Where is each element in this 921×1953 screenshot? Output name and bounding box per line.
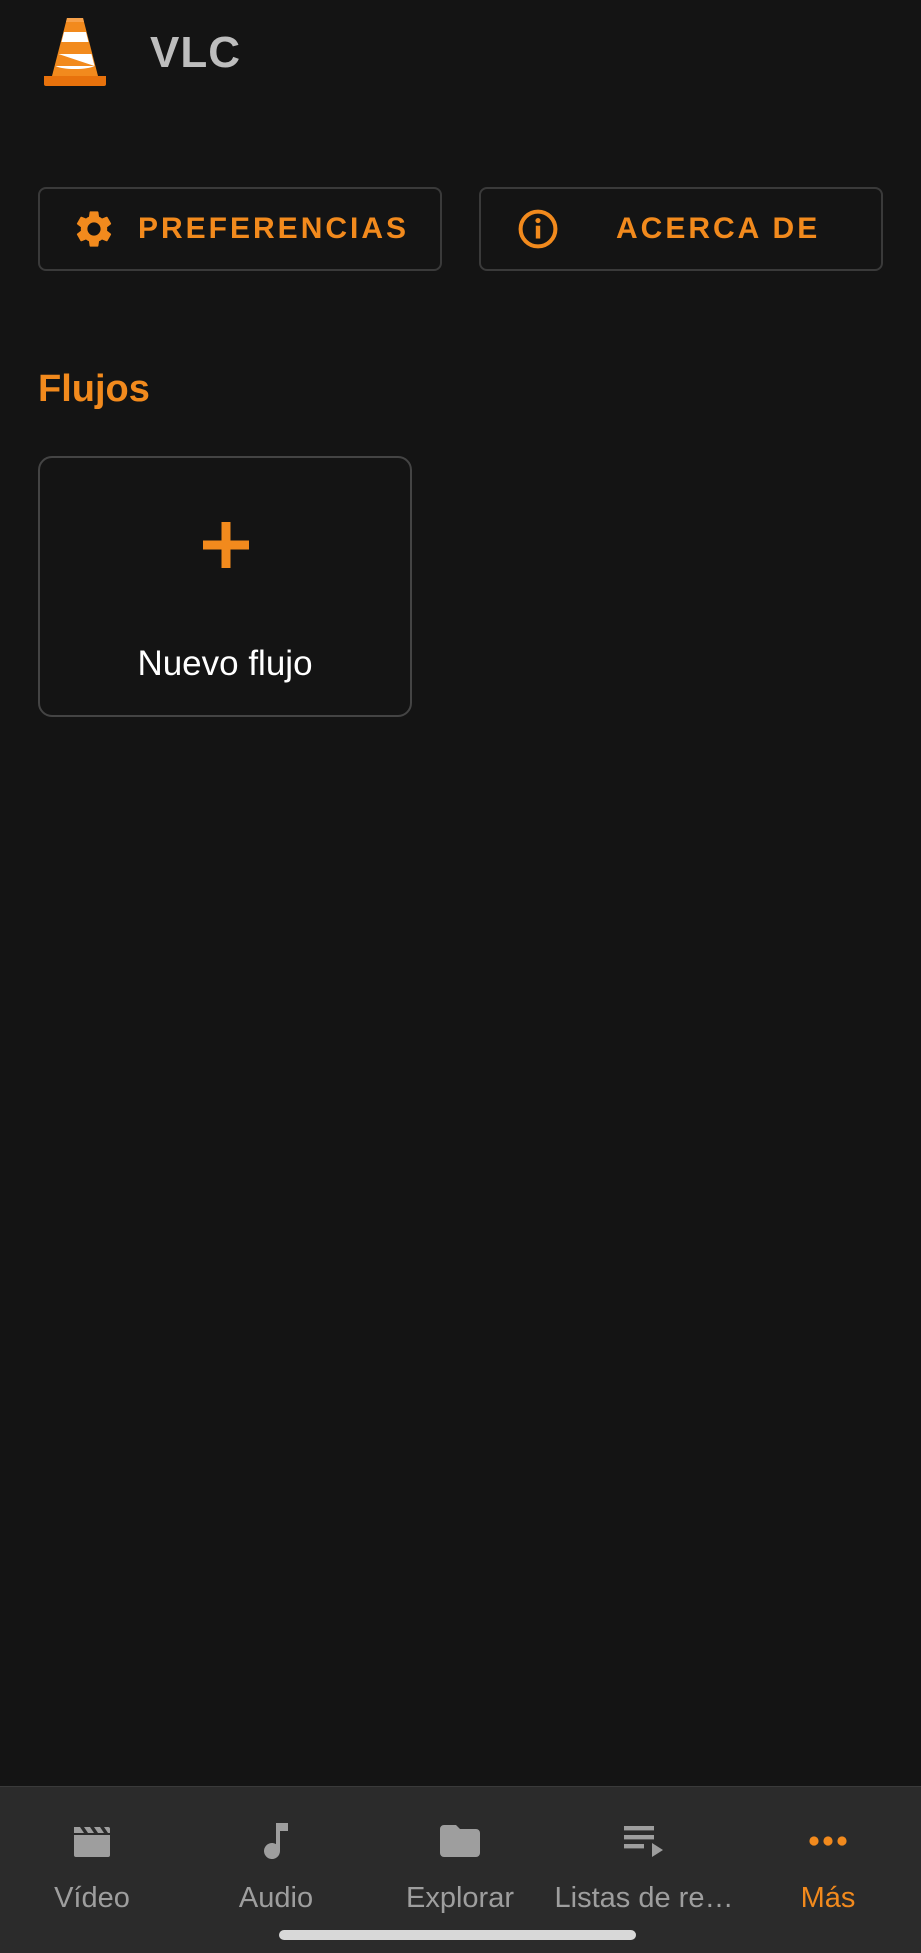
nav-label-playlists: Listas de re… xyxy=(554,1882,734,1914)
preferences-button[interactable]: PREFERENCIAS xyxy=(38,187,442,271)
nav-label-audio: Audio xyxy=(238,1882,314,1914)
nav-label-video: Vídeo xyxy=(54,1882,130,1914)
nav-item-more[interactable]: Más xyxy=(736,1787,920,1927)
folder-icon xyxy=(440,1825,480,1857)
about-button[interactable]: ACERCA DE xyxy=(479,187,883,271)
streams-section-title: Flujos xyxy=(38,368,150,410)
video-icon xyxy=(74,1827,110,1857)
info-icon xyxy=(518,209,558,249)
nav-label-explore: Explorar xyxy=(406,1882,514,1914)
music-note-icon xyxy=(264,1823,288,1860)
app-header: VLC xyxy=(0,0,921,110)
nav-item-playlists[interactable]: Listas de re… xyxy=(552,1787,736,1927)
preferences-label: PREFERENCIAS xyxy=(138,212,410,245)
about-label: ACERCA DE xyxy=(616,212,821,245)
more-icon xyxy=(809,1836,847,1846)
new-stream-label: Nuevo flujo xyxy=(137,644,313,683)
plus-icon xyxy=(203,522,249,568)
vlc-cone-logo xyxy=(44,18,106,86)
nav-item-audio[interactable]: Audio xyxy=(184,1787,368,1927)
playlist-icon xyxy=(624,1826,663,1857)
nav-label-more: Más xyxy=(800,1882,856,1914)
nav-item-video[interactable]: Vídeo xyxy=(0,1787,184,1927)
nav-item-explore[interactable]: Explorar xyxy=(368,1787,552,1927)
gear-icon xyxy=(76,211,112,247)
home-indicator[interactable] xyxy=(279,1930,636,1940)
bottom-navigation: Vídeo Audio Explorar Listas de re… Más xyxy=(0,1786,921,1953)
app-title: VLC xyxy=(150,28,241,77)
app-root: VLC PREFERENCIAS ACERCA DE Flujos Nuevo … xyxy=(0,0,921,1953)
new-stream-card[interactable]: Nuevo flujo xyxy=(38,456,412,717)
